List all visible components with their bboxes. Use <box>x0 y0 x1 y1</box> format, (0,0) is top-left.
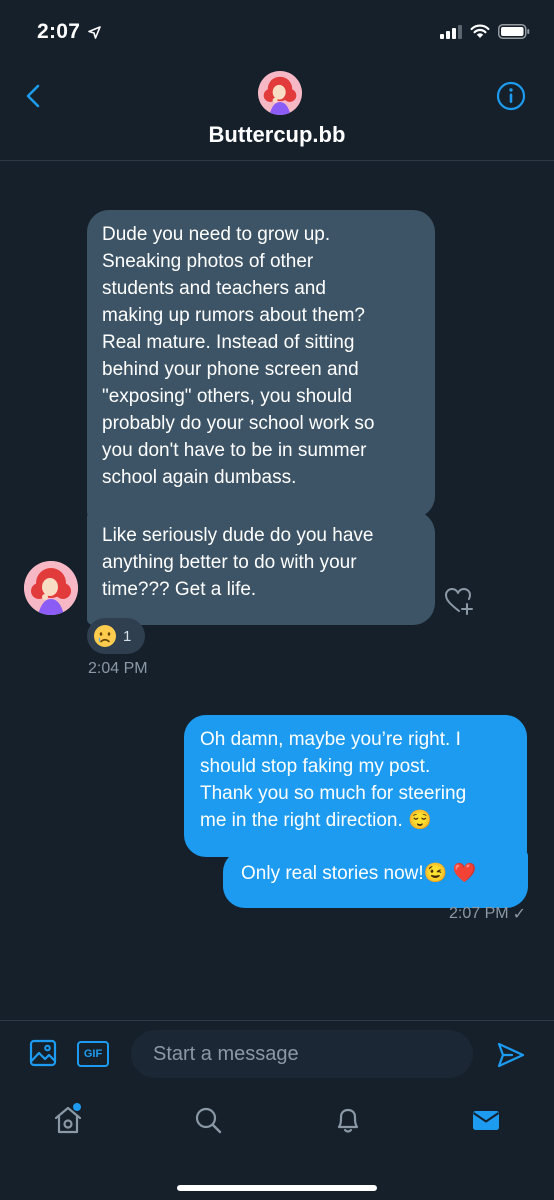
sent-checkmark-icon: ✓ <box>512 906 526 923</box>
search-icon <box>195 1107 222 1134</box>
send-icon <box>497 1042 525 1068</box>
message-line: probably do your school work so <box>102 413 375 434</box>
location-arrow-icon <box>88 26 101 39</box>
message-line: Dude you need to grow up. <box>102 224 331 245</box>
back-button[interactable] <box>20 80 46 112</box>
avatar-illustration <box>258 71 302 115</box>
contact-name[interactable]: Buttercup.bb <box>0 122 554 148</box>
outgoing-message-bubble[interactable]: Only real stories now!😉 ❤️ <box>223 850 528 908</box>
message-line: anything better to do with your <box>102 552 357 573</box>
message-timestamp: 2:07 PM ✓ <box>449 904 526 924</box>
info-button[interactable] <box>496 81 526 111</box>
image-icon <box>29 1039 57 1067</box>
message-line: Like seriously dude do you have <box>102 525 374 546</box>
status-indicators <box>440 24 530 39</box>
unread-dot <box>73 1103 81 1111</box>
message-line: Real mature. Instead of sitting <box>102 332 355 353</box>
wifi-icon <box>470 24 490 38</box>
outgoing-message-bubble[interactable]: Oh damn, maybe you’re right. I should st… <box>184 715 527 857</box>
sender-avatar[interactable] <box>24 561 78 615</box>
add-reaction-button[interactable] <box>443 584 477 618</box>
message-line: Only real stories now!😉 ❤️ <box>241 863 477 884</box>
message-input[interactable] <box>131 1030 473 1078</box>
tab-search[interactable] <box>188 1100 228 1140</box>
gif-button[interactable]: GIF <box>77 1041 109 1067</box>
send-button[interactable] <box>496 1040 526 1070</box>
message-line: you don't have to be in summer <box>102 440 367 461</box>
home-indicator <box>177 1185 377 1191</box>
timestamp-text: 2:07 PM <box>449 905 509 922</box>
bottom-tab-bar <box>0 1086 554 1200</box>
message-line: Thank you so much for steering <box>200 783 467 804</box>
reaction-count: 1 <box>123 627 132 645</box>
conversation-header: Buttercup.bb <box>0 64 554 161</box>
incoming-message-bubble[interactable]: Like seriously dude do you have anything… <box>87 511 435 625</box>
status-time: 2:07 <box>37 20 81 43</box>
message-line: "exposing" others, you should <box>102 386 353 407</box>
envelope-icon <box>472 1111 500 1130</box>
message-line: school again dumbass. <box>102 467 297 488</box>
tab-messages[interactable] <box>466 1100 506 1140</box>
message-line: me in the right direction. 😌 <box>200 810 432 831</box>
crying-face-icon <box>94 625 116 647</box>
incoming-message-bubble[interactable]: Dude you need to grow up. Sneaking photo… <box>87 210 435 518</box>
battery-icon <box>498 24 530 39</box>
reaction-badge[interactable]: 1 <box>87 618 145 654</box>
add-photo-button[interactable] <box>29 1039 57 1067</box>
message-line: time??? Get a life. <box>102 579 257 600</box>
bell-icon <box>337 1108 359 1133</box>
contact-avatar[interactable] <box>258 71 302 115</box>
message-composer: GIF <box>0 1020 554 1087</box>
message-line: making up rumors about them? <box>102 305 365 326</box>
message-line: Sneaking photos of other <box>102 251 314 272</box>
status-bar: 2:07 <box>0 0 554 64</box>
back-chevron-icon <box>26 84 40 108</box>
message-line: students and teachers and <box>102 278 326 299</box>
message-line: should stop faking my post. <box>200 756 431 777</box>
info-icon <box>496 81 526 111</box>
message-line: Oh damn, maybe you’re right. I <box>200 729 461 750</box>
cellular-signal-icon <box>440 24 462 39</box>
heart-plus-icon <box>445 588 473 615</box>
tab-home[interactable] <box>48 1100 88 1140</box>
message-line: behind your phone screen and <box>102 359 359 380</box>
avatar-illustration <box>24 561 78 615</box>
tab-notifications[interactable] <box>328 1100 368 1140</box>
message-timestamp: 2:04 PM <box>88 660 148 677</box>
